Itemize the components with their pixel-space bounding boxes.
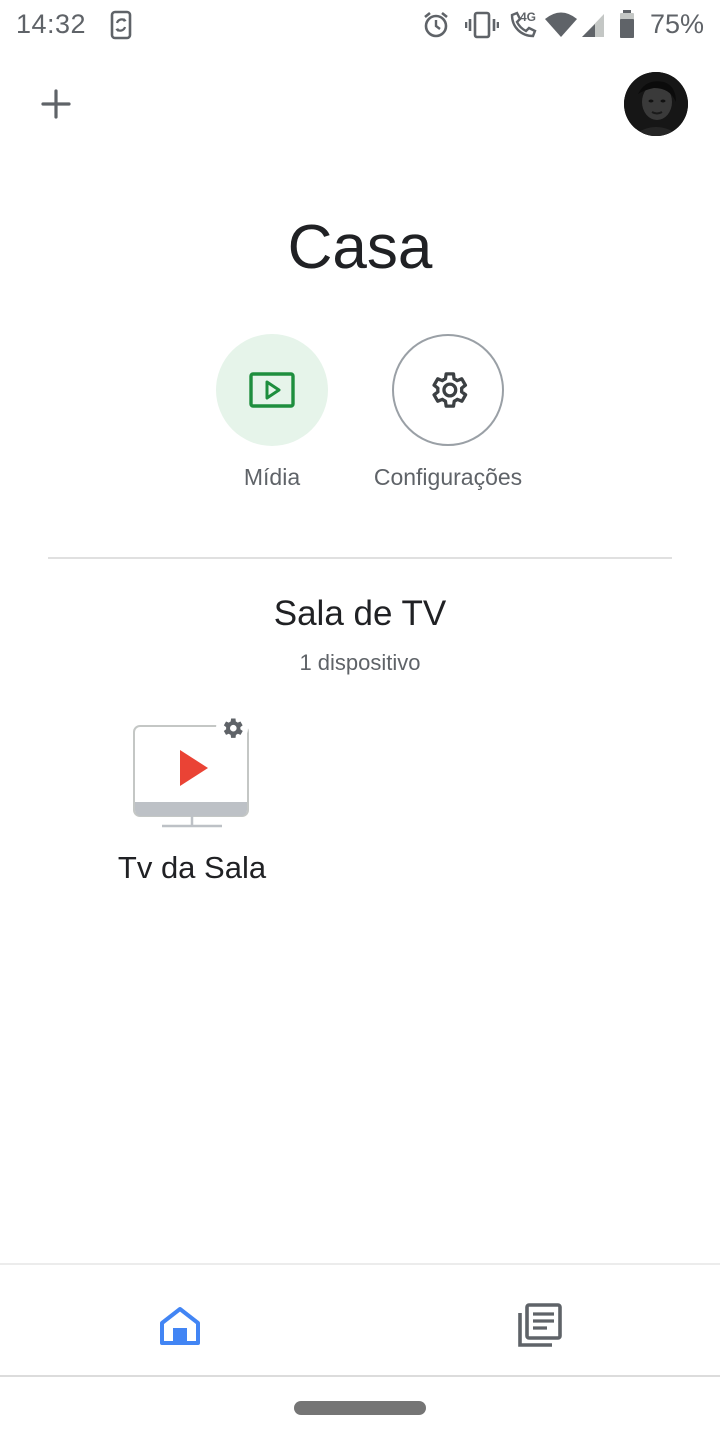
gear-icon [432,372,468,408]
vibrate-icon [465,11,499,39]
battery-icon [620,10,634,38]
google-home-screen: 14:32 4G 75% Casa Mídia Configurações Sa… [0,0,720,1440]
status-bar: 14:32 4G 75% [0,0,720,50]
settings-button[interactable] [392,334,504,446]
avatar-image-icon [624,72,688,136]
gesture-navigation-bar[interactable] [294,1401,426,1415]
sync-phone-icon [110,10,132,40]
section-divider [48,557,672,559]
plus-icon[interactable] [34,82,78,126]
media-button[interactable] [216,334,328,446]
network-type-label: 4G [520,10,537,24]
battery-percent: 75% [649,9,704,39]
home-title: Casa [287,213,433,282]
wifi-icon [545,12,577,37]
bottom-navigation [0,1263,720,1377]
signal-icon [582,14,604,37]
device-label: Tv da Sala [117,850,267,885]
alarm-icon [424,11,448,38]
room-device-count: 1 dispositivo [299,650,421,675]
device-tile-tv[interactable]: Tv da Sala [100,706,284,896]
media-play-icon [249,372,295,408]
settings-label: Configurações [373,464,523,490]
home-icon[interactable] [156,1301,204,1349]
tv-play-icon [133,712,249,828]
room-title: Sala de TV [273,594,447,633]
feed-icon[interactable] [514,1299,566,1351]
status-time: 14:32 [16,9,87,39]
account-avatar[interactable] [624,72,688,136]
